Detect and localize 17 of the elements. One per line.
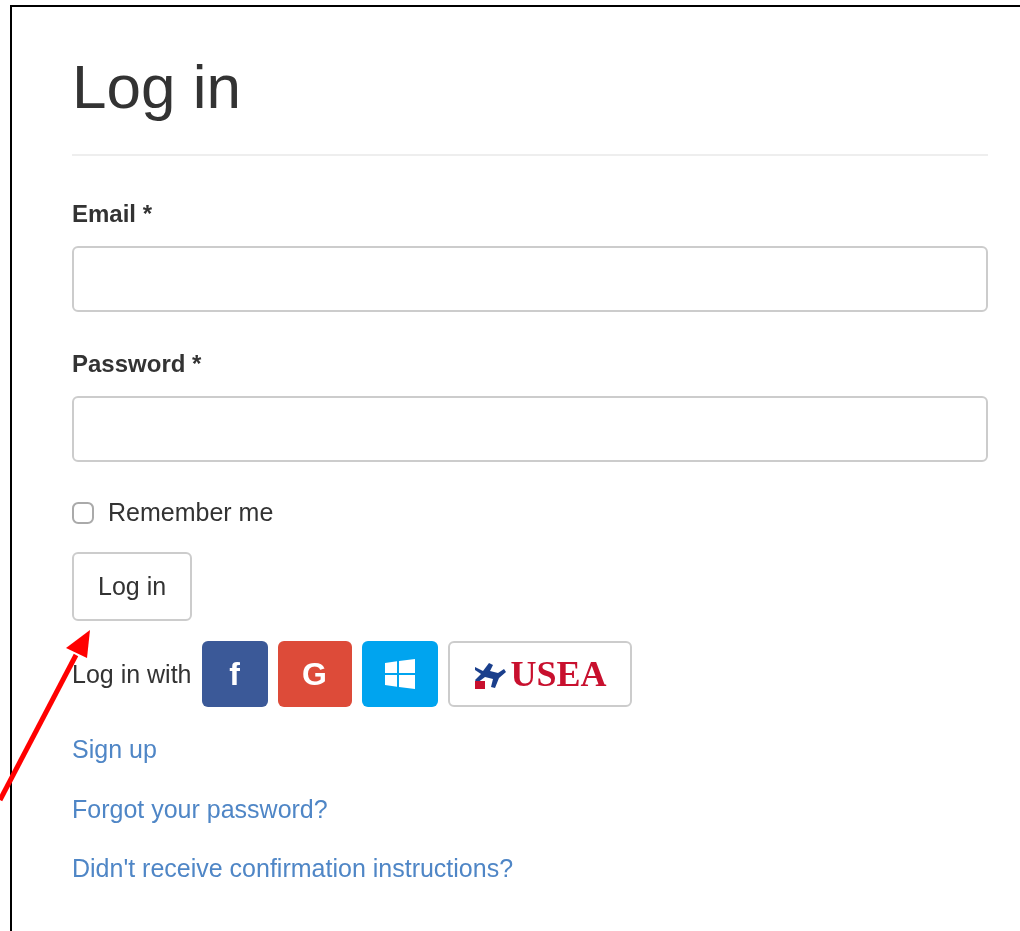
input-field[interactable] — [72, 396, 988, 463]
page-title: Log in — [72, 51, 242, 123]
windows-icon — [384, 659, 415, 690]
login-button[interactable]: Log in — [72, 551, 193, 622]
windows-login-button[interactable] — [361, 641, 438, 708]
facebook-login-button[interactable]: f — [201, 641, 268, 708]
link[interactable]: Forgot your password? — [72, 790, 328, 829]
google-login-button[interactable]: G — [277, 641, 352, 708]
remember-checkbox[interactable] — [72, 502, 94, 525]
link[interactable]: Sign up — [72, 731, 157, 769]
link[interactable]: Didn't receive confirmation instructions? — [72, 850, 514, 888]
field-label: Password * — [72, 349, 202, 380]
usea-login-button[interactable]: USEA — [447, 641, 632, 708]
checkbox-label: Remember me — [108, 497, 274, 529]
field-label: Email * — [72, 199, 153, 230]
input-field[interactable] — [72, 246, 988, 313]
login-with-label: Log in with — [72, 658, 192, 690]
